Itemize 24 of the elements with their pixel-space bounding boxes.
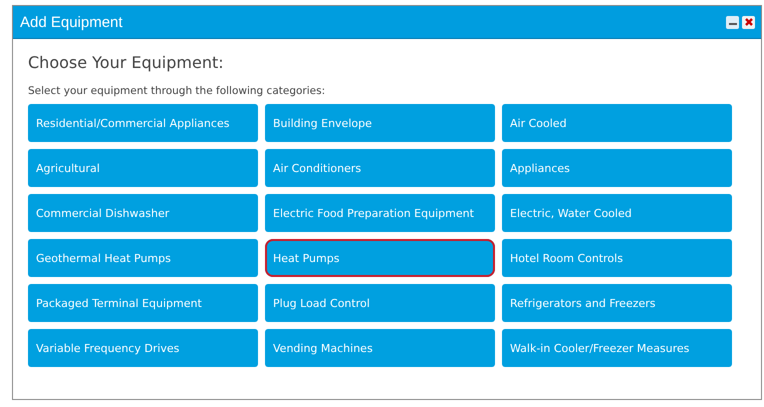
- category-button[interactable]: Heat Pumps: [265, 239, 495, 277]
- category-button[interactable]: Refrigerators and Freezers: [502, 284, 732, 322]
- category-button[interactable]: Appliances: [502, 149, 732, 187]
- category-button[interactable]: Agricultural: [28, 149, 258, 187]
- close-icon: [744, 17, 754, 27]
- instruction-text: Select your equipment through the following categories:: [28, 85, 326, 97]
- category-button[interactable]: Variable Frequency Drives: [28, 329, 258, 367]
- category-button[interactable]: Walk-in Cooler/Freezer Measures: [502, 329, 732, 367]
- category-button[interactable]: Packaged Terminal Equipment: [28, 284, 258, 322]
- category-button[interactable]: Air Conditioners: [265, 149, 495, 187]
- category-button[interactable]: Commercial Dishwasher: [28, 194, 258, 232]
- category-button[interactable]: Hotel Room Controls: [502, 239, 732, 277]
- category-button[interactable]: Electric, Water Cooled: [502, 194, 732, 232]
- category-button[interactable]: Building Envelope: [265, 104, 495, 142]
- window-title: Add Equipment: [20, 14, 123, 30]
- minimize-button[interactable]: [726, 16, 739, 28]
- category-button[interactable]: Vending Machines: [265, 329, 495, 367]
- heading: Choose Your Equipment:: [28, 53, 225, 72]
- category-button[interactable]: Plug Load Control: [265, 284, 495, 322]
- close-button[interactable]: [742, 16, 755, 28]
- category-button[interactable]: Residential/Commercial Appliances: [28, 104, 258, 142]
- category-button[interactable]: Electric Food Preparation Equipment: [265, 194, 495, 232]
- category-button[interactable]: Geothermal Heat Pumps: [28, 239, 258, 277]
- category-button[interactable]: Air Cooled: [502, 104, 732, 142]
